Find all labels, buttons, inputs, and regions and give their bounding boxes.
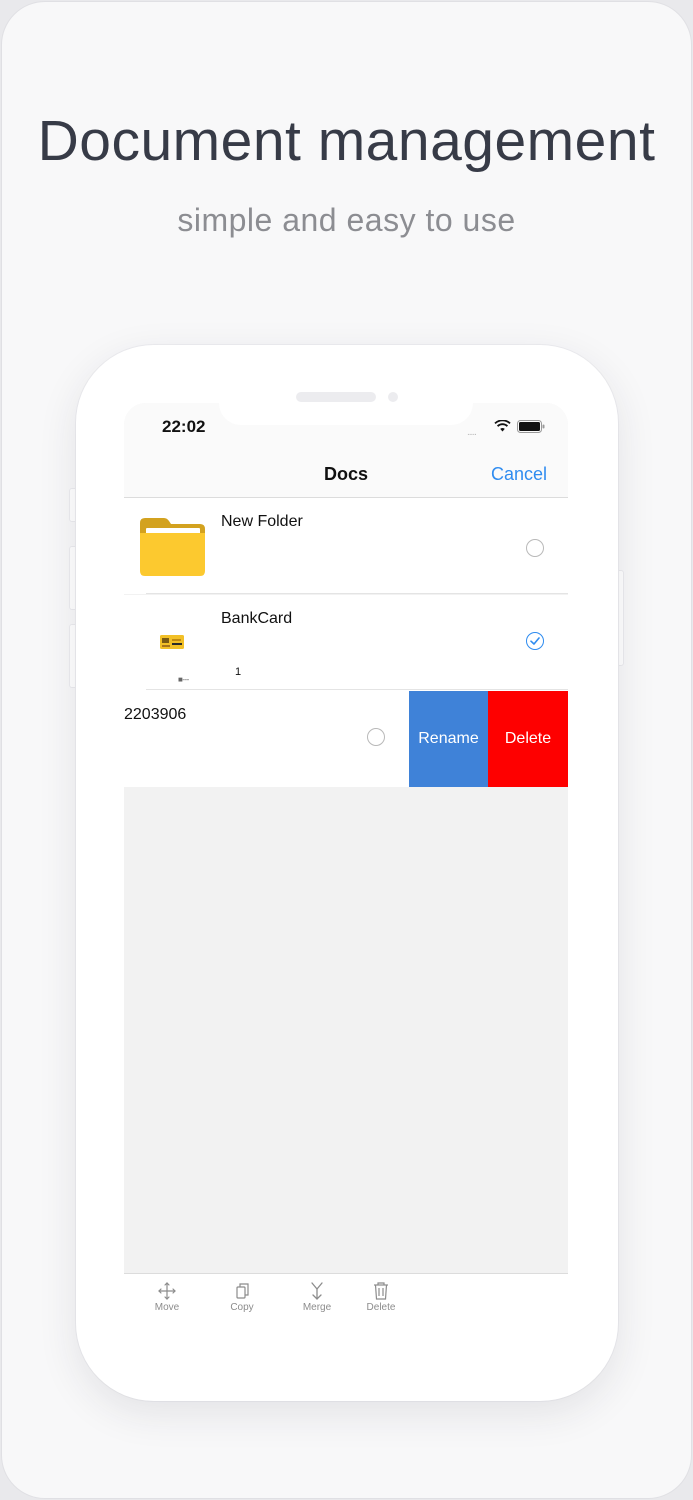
- list-item-document-swiped[interactable]: 2203906 Rename Delete: [124, 691, 568, 787]
- thumbnail-caption: ■---: [178, 675, 189, 684]
- folder-icon: [140, 518, 205, 576]
- phone-camera: [388, 392, 398, 402]
- document-thumbnail: [160, 635, 184, 649]
- toolbar-label: Move: [154, 1302, 180, 1313]
- document-name: BankCard: [221, 610, 293, 627]
- delete-swipe-button[interactable]: Delete: [488, 691, 568, 787]
- wifi-icon: [494, 420, 511, 432]
- phone-notch: [219, 403, 473, 425]
- select-radio[interactable]: [367, 728, 385, 746]
- document-name: 2203906: [124, 706, 187, 723]
- toolbar-label: Merge: [302, 1302, 332, 1313]
- cancel-button[interactable]: Cancel: [491, 464, 547, 485]
- signal-icon: .....: [467, 427, 477, 438]
- phone-speaker: [296, 392, 376, 402]
- move-icon: [158, 1282, 176, 1300]
- nav-bar: Docs Cancel: [124, 453, 568, 498]
- promo-subline: simple and easy to use: [177, 202, 516, 238]
- toolbar-label: Delete: [366, 1302, 396, 1313]
- list-item-document[interactable]: ■--- BankCard 1: [124, 595, 568, 691]
- rename-button[interactable]: Rename: [409, 691, 488, 787]
- document-name: New Folder: [221, 513, 303, 530]
- select-radio[interactable]: [526, 539, 544, 557]
- merge-button[interactable]: Merge: [287, 1280, 347, 1313]
- bottom-toolbar: Move Copy Merge Delete: [124, 1273, 568, 1320]
- delete-button[interactable]: Delete: [351, 1280, 411, 1313]
- copy-button[interactable]: Copy: [212, 1280, 272, 1313]
- checkmark-icon: [530, 637, 540, 645]
- battery-icon: [517, 420, 545, 433]
- merge-icon: [311, 1282, 323, 1300]
- select-radio-checked[interactable]: [526, 632, 544, 650]
- move-button[interactable]: Move: [137, 1280, 197, 1313]
- page-count: 1: [235, 666, 242, 678]
- list-item-folder[interactable]: New Folder: [124, 498, 568, 594]
- copy-icon: [236, 1283, 249, 1299]
- status-time: 22:02: [162, 417, 206, 436]
- promo-headline: Document management: [37, 109, 656, 173]
- trash-icon: [374, 1282, 388, 1300]
- row-divider: [146, 689, 568, 690]
- toolbar-label: Copy: [230, 1302, 254, 1313]
- row-divider: [146, 593, 568, 594]
- app-screen: 22:02 ..... Docs Cancel New Folder ■--- …: [124, 403, 568, 1320]
